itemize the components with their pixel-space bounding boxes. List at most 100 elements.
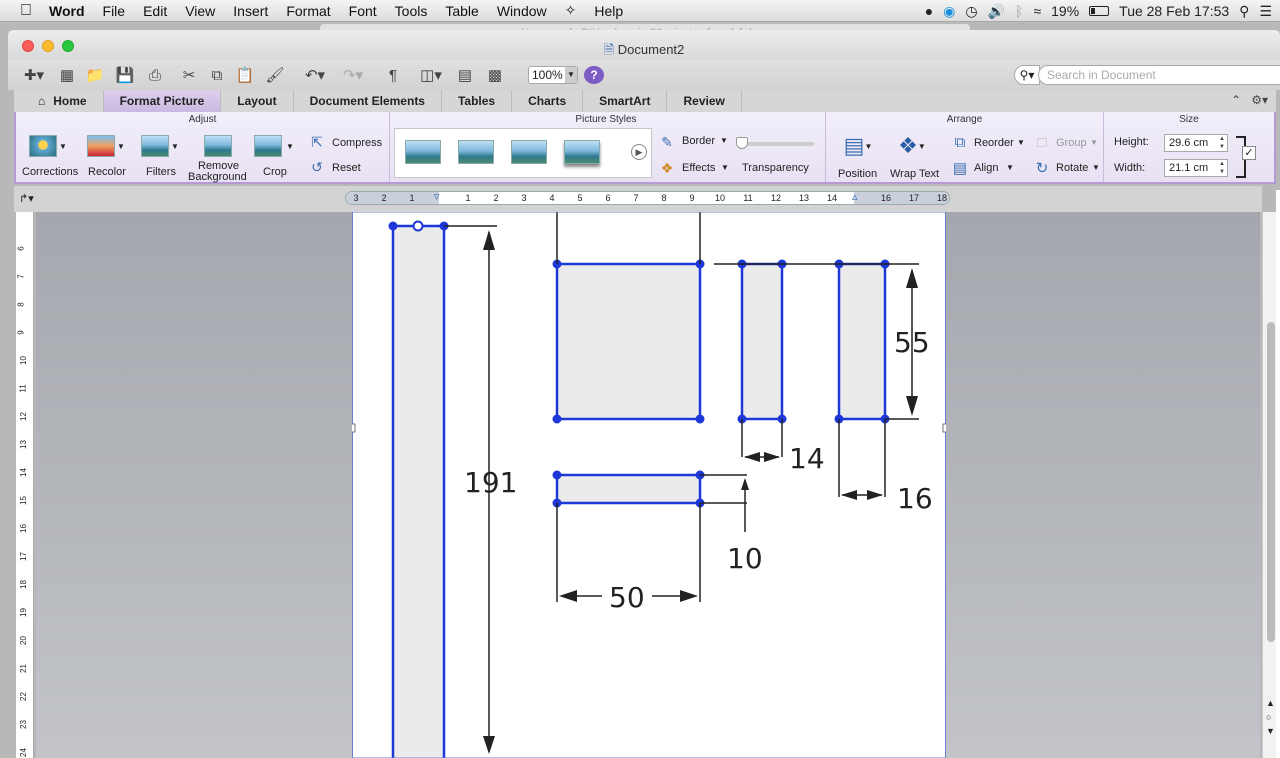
previous-page-icon[interactable]: ▲ — [1266, 698, 1275, 708]
format-painter-icon[interactable]: 🖌 — [264, 64, 286, 86]
ribbon-settings-icon[interactable]: ⚙▾ — [1251, 93, 1268, 107]
app-menu[interactable]: Word — [40, 3, 94, 19]
search-input[interactable]: Search in Document — [1038, 65, 1280, 85]
ruler-number: 9 — [16, 330, 26, 335]
tab-stop-selector-icon[interactable]: ↱▾ — [19, 192, 34, 205]
undo-icon[interactable]: ↶▾ — [300, 64, 330, 86]
tab-smartart[interactable]: SmartArt — [583, 90, 668, 112]
redo-icon[interactable]: ↷▾ — [338, 64, 368, 86]
right-side-window-edge — [1276, 190, 1280, 758]
menu-view[interactable]: View — [176, 3, 224, 19]
picture-style-4[interactable] — [560, 133, 604, 171]
arrow-head — [764, 452, 780, 462]
drawing-image[interactable]: 191 55 14 16 10 50 — [352, 212, 946, 758]
save-icon[interactable]: 💾 — [114, 64, 136, 86]
reset-icon: ↺ — [311, 158, 323, 175]
collapse-ribbon-icon[interactable]: ⌃ — [1231, 93, 1241, 107]
indent-marker-icon[interactable]: ▿ — [434, 192, 440, 203]
position-label: Position — [838, 168, 878, 180]
browse-object-icon[interactable]: ○ — [1266, 712, 1271, 722]
crop-icon — [254, 135, 283, 157]
ruler-number: 3 — [353, 193, 359, 203]
script-menu-icon[interactable]: ✧ — [556, 2, 586, 19]
resize-handle[interactable] — [942, 423, 946, 433]
notification-center-icon[interactable]: ☰ — [1259, 3, 1272, 20]
templates-icon[interactable]: ▦ — [56, 64, 78, 86]
document-icon: 🗎 — [603, 42, 615, 57]
tab-review[interactable]: Review — [667, 90, 742, 112]
dimension-label-55: 55 — [894, 326, 930, 359]
tab-tables[interactable]: Tables — [442, 90, 513, 112]
tab-home[interactable]: ⌂ Home — [14, 90, 104, 112]
zoom-select[interactable]: 100% ▼ — [528, 66, 578, 84]
ruler-number: 6 — [16, 246, 26, 251]
show-formatting-icon[interactable]: ¶ — [382, 64, 404, 86]
skype-icon[interactable]: ◉ — [943, 3, 955, 20]
right-indent-marker-icon[interactable]: ▵ — [852, 192, 858, 203]
narrow-bar-14-shape — [740, 262, 784, 421]
paste-icon[interactable]: 📋 — [234, 64, 256, 86]
arrow-head — [483, 230, 495, 250]
transparency-slider-thumb[interactable] — [736, 137, 748, 149]
gallery-icon[interactable]: ▤ — [454, 64, 476, 86]
volume-icon[interactable]: 🔊 — [988, 3, 1005, 20]
position-icon: ▤ ▼ — [843, 133, 873, 158]
height-input[interactable]: 29.6 cm ▲ ▼ — [1164, 134, 1228, 152]
ruler-number: 3 — [521, 193, 527, 203]
arrow-head — [906, 396, 918, 416]
bluetooth-icon[interactable]: ᛒ — [1015, 3, 1023, 19]
search-field[interactable]: ⚲▾ Search in Document — [1008, 64, 1280, 86]
vertical-ruler[interactable]: 6 7 8 9 10 11 12 13 14 15 16 17 18 19 20 21 22 23 24 — [16, 212, 34, 758]
menu-help[interactable]: Help — [585, 3, 632, 19]
wifi-icon[interactable]: ≈ — [1033, 3, 1041, 19]
apple-menu-icon[interactable]:  — [0, 2, 40, 20]
dimension-label-14: 14 — [789, 442, 825, 475]
transparency-slider[interactable] — [736, 137, 814, 149]
menu-table[interactable]: Table — [436, 3, 487, 19]
horizontal-ruler[interactable]: 3 2 1 ▿ 1 2 3 4 5 6 7 8 9 10 11 12 13 14… — [345, 191, 950, 205]
ruler-number: 16 — [18, 524, 28, 533]
clock[interactable]: Tue 28 Feb 17:53 — [1119, 3, 1229, 19]
open-icon[interactable]: 📁 — [84, 64, 106, 86]
width-stepper[interactable]: ▲ ▼ — [1217, 160, 1227, 176]
menu-tools[interactable]: Tools — [386, 3, 437, 19]
spotlight-icon[interactable]: ⚲ — [1239, 3, 1249, 20]
menu-font[interactable]: Font — [340, 3, 386, 19]
resize-handle[interactable] — [352, 423, 356, 433]
battery-icon[interactable] — [1089, 6, 1110, 16]
new-document-icon[interactable]: ✚▾ — [20, 64, 48, 86]
tab-format-picture[interactable]: Format Picture — [103, 90, 222, 112]
picture-style-3[interactable] — [507, 133, 551, 171]
next-page-icon[interactable]: ▼ — [1266, 726, 1275, 736]
ruler-number: 9 — [689, 193, 695, 203]
height-stepper[interactable]: ▲ ▼ — [1217, 135, 1227, 151]
time-machine-icon[interactable]: ◷ — [965, 3, 977, 20]
dimension-label-50: 50 — [609, 581, 645, 614]
picture-style-2[interactable] — [454, 133, 498, 171]
size-group: Size Height: 29.6 cm ▲ ▼ Width: 21.1 cm ▲ ▼ … — [1104, 112, 1274, 182]
ruler-number: 6 — [605, 193, 611, 203]
group-label: Group — [1056, 137, 1087, 149]
menu-file[interactable]: File — [94, 3, 135, 19]
menu-window[interactable]: Window — [488, 3, 556, 19]
help-icon[interactable]: ? — [584, 66, 604, 84]
lock-aspect-checkbox[interactable]: ✓ — [1242, 146, 1256, 160]
width-input[interactable]: 21.1 cm ▲ ▼ — [1164, 159, 1228, 177]
tab-layout[interactable]: Layout — [221, 90, 294, 112]
copy-icon[interactable]: ⧉ — [206, 64, 228, 86]
tab-document-elements[interactable]: Document Elements — [294, 90, 442, 112]
search-icon[interactable]: ⚲▾ — [1014, 65, 1040, 85]
print-icon[interactable]: ⎙ — [144, 64, 166, 86]
creative-cloud-icon[interactable]: ● — [925, 3, 933, 19]
document-page[interactable]: 191 55 14 16 10 50 — [352, 212, 946, 758]
sidebar-view-icon[interactable]: ◫▾ — [416, 64, 446, 86]
menu-insert[interactable]: Insert — [224, 3, 277, 19]
picture-style-1[interactable] — [401, 133, 445, 171]
menu-format[interactable]: Format — [277, 3, 339, 19]
menu-edit[interactable]: Edit — [134, 3, 176, 19]
cut-icon[interactable]: ✂ — [178, 64, 200, 86]
gallery-next-icon[interactable]: ▶ — [631, 144, 647, 160]
toolbox-icon[interactable]: ▩ — [484, 64, 506, 86]
scrollbar-thumb[interactable] — [1267, 322, 1275, 642]
tab-charts[interactable]: Charts — [512, 90, 584, 112]
